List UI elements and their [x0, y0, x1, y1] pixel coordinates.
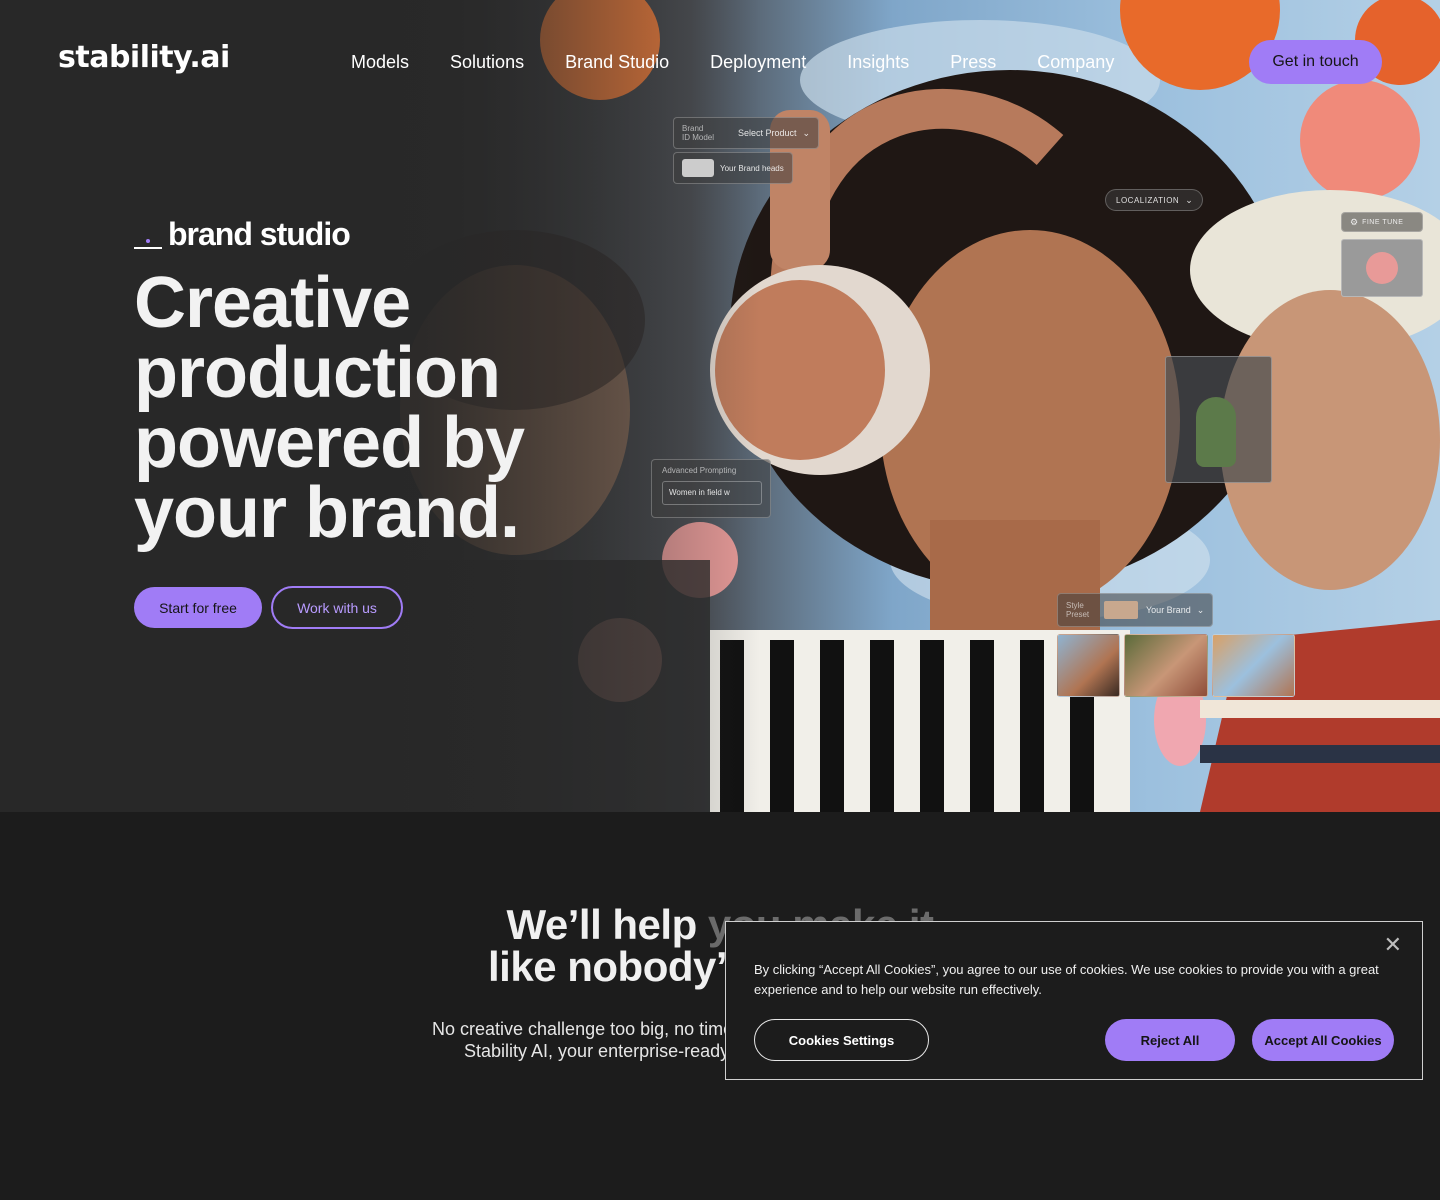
- prompt-input-box: Women in field w: [662, 481, 762, 505]
- preset-image-3: [1212, 634, 1295, 697]
- preset-thumbnail-icon: [1104, 601, 1138, 619]
- your-brand-product-chip: Your Brand heads: [673, 152, 793, 184]
- nav-insights[interactable]: Insights: [847, 50, 909, 74]
- fine-tune-chip: ⚙ FINE TUNE: [1341, 212, 1423, 232]
- stability-logo[interactable]: stability.ai: [58, 40, 230, 75]
- preset-image-1: [1057, 634, 1120, 697]
- your-brand-item: Your Brand heads: [720, 163, 784, 173]
- figure-preview-panel: [1165, 356, 1272, 483]
- style-preset-chip: Style Preset Your Brand ⌄: [1057, 593, 1213, 627]
- brand-id-model-chip: Brand ID Model Select Product ⌄: [673, 117, 819, 149]
- nav-press[interactable]: Press: [950, 50, 996, 74]
- cookie-banner: ✕ By clicking “Accept All Cookies”, you …: [725, 921, 1423, 1080]
- advanced-prompting-panel: Advanced Prompting Women in field w: [651, 459, 771, 518]
- get-in-touch-button[interactable]: Get in touch: [1249, 40, 1382, 84]
- style-label: Style: [1066, 601, 1084, 610]
- title-bright-part: We’ll help: [506, 901, 708, 948]
- headline-line-3: powered by: [134, 403, 525, 483]
- brand-id-value: Select Product: [738, 128, 797, 138]
- id-model-label: ID Model: [682, 133, 715, 142]
- preset-image-2: [1124, 634, 1208, 697]
- headline-line-2: production: [134, 333, 501, 413]
- nav-company[interactable]: Company: [1037, 50, 1114, 74]
- prompt-value: Women in field w: [669, 488, 730, 497]
- brand-studio-mark: brand studio: [134, 216, 351, 253]
- main-nav: Models Solutions Brand Studio Deployment…: [351, 50, 1155, 74]
- chevron-down-icon: ⌄: [1196, 604, 1205, 615]
- nav-solutions[interactable]: Solutions: [450, 50, 524, 74]
- chevron-down-icon: ⌄: [1185, 194, 1193, 205]
- headline-line-1: Creative: [134, 263, 411, 343]
- brand-studio-label: brand studio: [168, 216, 351, 252]
- hero-headline: Creative production powered by your bran…: [134, 263, 654, 553]
- brand-id-label: Brand: [682, 124, 704, 133]
- accept-all-cookies-button[interactable]: Accept All Cookies: [1252, 1019, 1394, 1061]
- style-preset-value: Your Brand: [1146, 605, 1191, 615]
- fine-tune-flower-thumbnail: [1341, 239, 1423, 297]
- cookies-settings-button[interactable]: Cookies Settings: [754, 1019, 929, 1061]
- headline-line-4: your brand.: [134, 473, 520, 553]
- fine-tune-label: FINE TUNE: [1362, 218, 1404, 226]
- product-thumbnail-icon: [682, 159, 714, 177]
- localization-label: LOCALIZATION: [1116, 195, 1180, 205]
- chevron-down-icon: ⌄: [802, 127, 811, 138]
- nav-models[interactable]: Models: [351, 50, 409, 74]
- nav-deployment[interactable]: Deployment: [710, 50, 806, 74]
- fine-tune-icon: ⚙: [1350, 216, 1359, 227]
- advanced-prompting-label: Advanced Prompting: [662, 466, 737, 475]
- reject-all-button[interactable]: Reject All: [1105, 1019, 1235, 1061]
- preset-label: Preset: [1066, 610, 1090, 619]
- brand-studio-logo-icon: [134, 223, 162, 253]
- work-with-us-button[interactable]: Work with us: [271, 586, 403, 629]
- localization-chip: LOCALIZATION ⌄: [1105, 189, 1203, 211]
- cookie-message: By clicking “Accept All Cookies”, you ag…: [754, 962, 1379, 997]
- close-icon[interactable]: ✕: [1384, 932, 1402, 958]
- start-for-free-button[interactable]: Start for free: [134, 587, 262, 628]
- nav-brand-studio[interactable]: Brand Studio: [565, 50, 669, 74]
